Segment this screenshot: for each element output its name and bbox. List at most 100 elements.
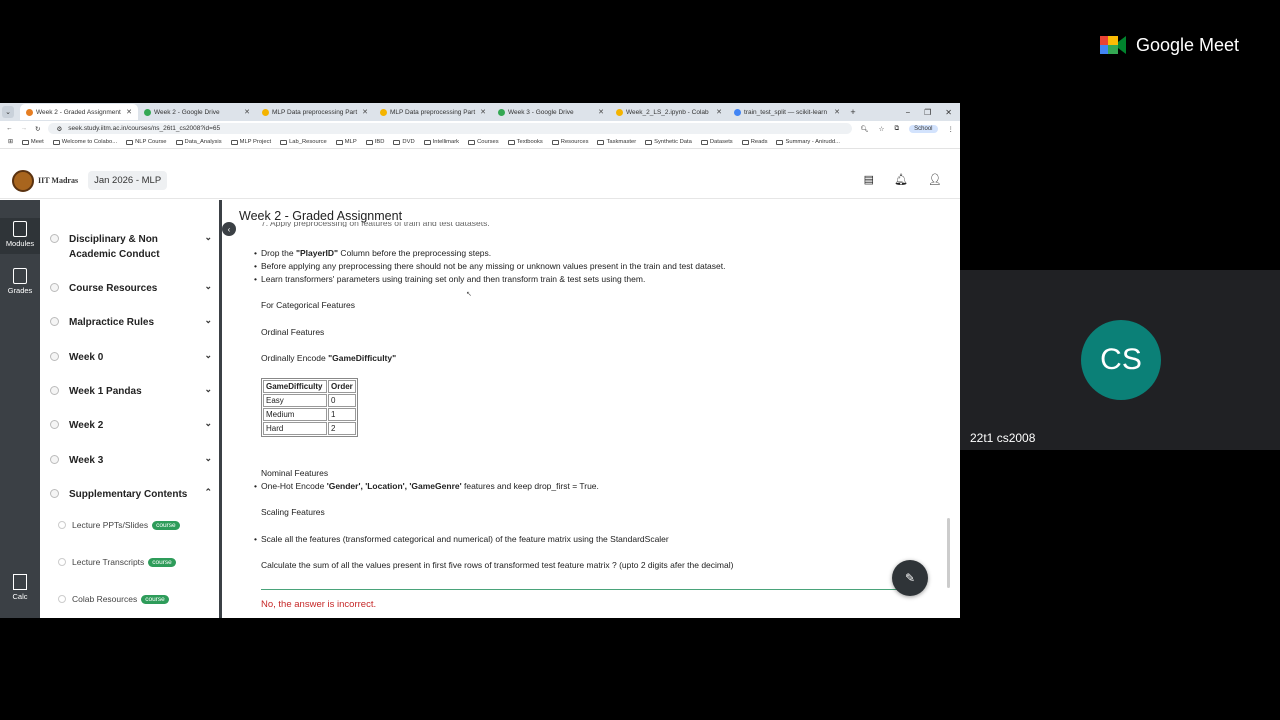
apps-grid-icon[interactable]: ⊞	[8, 139, 13, 145]
tab-close-icon[interactable]: ✕	[244, 108, 250, 116]
bookmark-label: Textbooks	[516, 139, 543, 145]
bookmark-item[interactable]: Data_Analysis	[175, 139, 222, 145]
url-field[interactable]: ⚙ seek.study.iitm.ac.in/courses/ns_26t1_…	[48, 123, 853, 134]
bookmark-item[interactable]: Intellimark	[423, 139, 459, 145]
sidebar-item[interactable]: Week 0 ⌄	[50, 350, 212, 365]
bookmark-item[interactable]: Resources	[551, 139, 588, 145]
progress-circle-icon	[58, 558, 66, 566]
sidebar-item[interactable]: Supplementary Contents ⌃	[50, 487, 212, 502]
scaling-features-heading: Scaling Features	[261, 507, 325, 517]
sidebar-item-label: Malpractice Rules	[69, 317, 155, 328]
tab-close-icon[interactable]: ✕	[362, 108, 368, 116]
clipped-question-text: 7. Apply preprocessing on features of tr…	[261, 222, 490, 227]
browser-tab[interactable]: Week_2_LS_2.ipynb - Colab ✕	[610, 104, 728, 120]
minimize-icon[interactable]: −	[905, 108, 910, 117]
bookmark-item[interactable]: Reads	[741, 139, 767, 145]
table-cell: 0	[328, 394, 356, 407]
bullet-text: features and keep drop_first = True.	[461, 481, 599, 491]
sidebar-item-label: Week 0	[69, 352, 104, 363]
bookmark-item[interactable]: Summary - Anirudd...	[776, 139, 840, 145]
bookmark-item[interactable]: Synthetic Data	[645, 139, 692, 145]
bookmark-item[interactable]: Lab_Resource	[280, 139, 327, 145]
participant-tile[interactable]: CS 22t1 cs2008	[960, 270, 1280, 450]
zoom-icon[interactable]: 🔍︎	[860, 125, 868, 133]
chat-icon[interactable]: ▤	[864, 173, 874, 186]
bookmark-item[interactable]: DVD	[393, 139, 415, 145]
browser-tab[interactable]: Week 2 - Google Drive ✕	[138, 104, 256, 120]
notification-bell-icon[interactable]: 🔔︎	[894, 173, 908, 186]
bookmark-item[interactable]: MLP Project	[230, 139, 271, 145]
bookmark-item[interactable]: Taskmaster	[597, 139, 636, 145]
tab-title: Week 2 - Graded Assignment	[36, 108, 121, 116]
browser-tab[interactable]: Week 3 - Google Drive ✕	[492, 104, 610, 120]
tab-close-icon[interactable]: ✕	[126, 108, 132, 116]
bookmark-item[interactable]: Datasets	[700, 139, 733, 145]
tab-close-icon[interactable]: ✕	[834, 108, 840, 116]
sidebar-item[interactable]: Week 3 ⌄	[50, 453, 212, 468]
browser-tab[interactable]: MLP Data preprocessing Part 1 ✕	[374, 104, 492, 120]
bookmark-star-icon[interactable]: ☆	[879, 125, 885, 133]
back-icon[interactable]: ←	[6, 125, 13, 132]
site-info-icon[interactable]: ⚙	[56, 125, 62, 133]
ordinal-encode-text: Ordinally Encode "GameDifficulty"	[261, 353, 396, 363]
new-tab-button[interactable]: +	[846, 107, 860, 117]
tab-title: Week 2 - Google Drive	[154, 108, 220, 116]
browser-tab[interactable]: train_test_split — scikit-learn ✕	[728, 104, 846, 120]
browser-tab[interactable]: MLP Data preprocessing Part 2 ✕	[256, 104, 374, 120]
maximize-icon[interactable]: ❐	[924, 108, 931, 117]
bookmark-label: NLP Course	[135, 139, 167, 145]
browser-menu-icon[interactable]: ⋮	[948, 125, 955, 133]
bookmark-item[interactable]: NLP Course	[126, 139, 167, 145]
folder-icon	[393, 139, 401, 145]
extensions-icon[interactable]: ⧉	[894, 125, 899, 133]
course-sidebar: Disciplinary & Non Academic Conduct ⌄ Cour…	[40, 200, 222, 618]
user-account-icon[interactable]: 👤︎	[928, 173, 942, 186]
bookmark-item[interactable]: MLP	[335, 139, 357, 145]
browser-tab[interactable]: Week 2 - Graded Assignment ✕	[20, 104, 138, 120]
bookmark-item[interactable]: Welcome to Colabo...	[52, 139, 117, 145]
rail-modules[interactable]: Modules	[0, 218, 40, 254]
folder-icon	[423, 139, 431, 145]
reload-icon[interactable]: ↻	[35, 125, 40, 133]
course-selector[interactable]: Jan 2026 - MLP	[88, 171, 168, 190]
sidebar-item[interactable]: Malpractice Rules ⌄	[50, 315, 212, 330]
tab-close-icon[interactable]: ✕	[480, 108, 486, 116]
folder-icon	[597, 139, 605, 145]
tab-search-icon[interactable]: ⌄	[2, 106, 14, 118]
progress-circle-icon	[50, 386, 59, 395]
chevron-icon: ⌃	[204, 487, 212, 497]
rail-calc[interactable]: Calc	[0, 574, 40, 601]
bullet-scale: Scale all the features (transformed cate…	[254, 534, 669, 544]
tab-close-icon[interactable]: ✕	[716, 108, 722, 116]
sidebar-item[interactable]: Week 1 Pandas ⌄	[50, 384, 212, 399]
rail-grades[interactable]: Grades	[0, 268, 40, 295]
sidebar-item[interactable]: Disciplinary & Non Academic Conduct ⌄	[50, 232, 212, 262]
forward-icon[interactable]: →	[21, 125, 28, 132]
bookmark-item[interactable]: Courses	[468, 139, 499, 145]
edit-pencil-button[interactable]: ✎	[892, 560, 928, 596]
chevron-icon: ⌄	[204, 384, 212, 394]
categorical-features-heading: For Categorical Features	[261, 300, 356, 310]
sidebar-sub-item[interactable]: Lecture PPTs/Slides course	[58, 520, 180, 530]
bookmark-item[interactable]: Textbooks	[507, 139, 543, 145]
tab-close-icon[interactable]: ✕	[598, 108, 604, 116]
progress-circle-icon	[50, 234, 59, 243]
close-window-icon[interactable]: ✕	[945, 108, 952, 117]
grades-icon	[13, 268, 27, 284]
bookmark-item[interactable]: IBD	[365, 139, 384, 145]
sidebar-item[interactable]: Course Resources ⌄	[50, 281, 212, 296]
bookmark-label: Courses	[477, 139, 499, 145]
sidebar-item[interactable]: Week 2 ⌄	[50, 418, 212, 433]
profile-chip[interactable]: School	[909, 124, 938, 133]
sidebar-sub-item[interactable]: Lecture Transcripts course	[58, 557, 176, 567]
sidebar-sub-item[interactable]: Colab Resources course	[58, 594, 169, 604]
iitm-logo-icon[interactable]	[12, 169, 34, 192]
sidebar-item-label: Week 3	[69, 455, 104, 466]
bookmark-item[interactable]: Meet	[21, 139, 44, 145]
meet-brand-text: Google Meet	[1136, 34, 1240, 55]
content-scrollbar[interactable]	[947, 518, 950, 588]
chevron-icon: ⌄	[204, 232, 212, 242]
sidebar-item-label: Disciplinary & Non Academic Conduct	[69, 234, 160, 260]
answer-input[interactable]	[261, 589, 901, 590]
collapse-sidebar-icon[interactable]: ‹	[222, 222, 236, 236]
